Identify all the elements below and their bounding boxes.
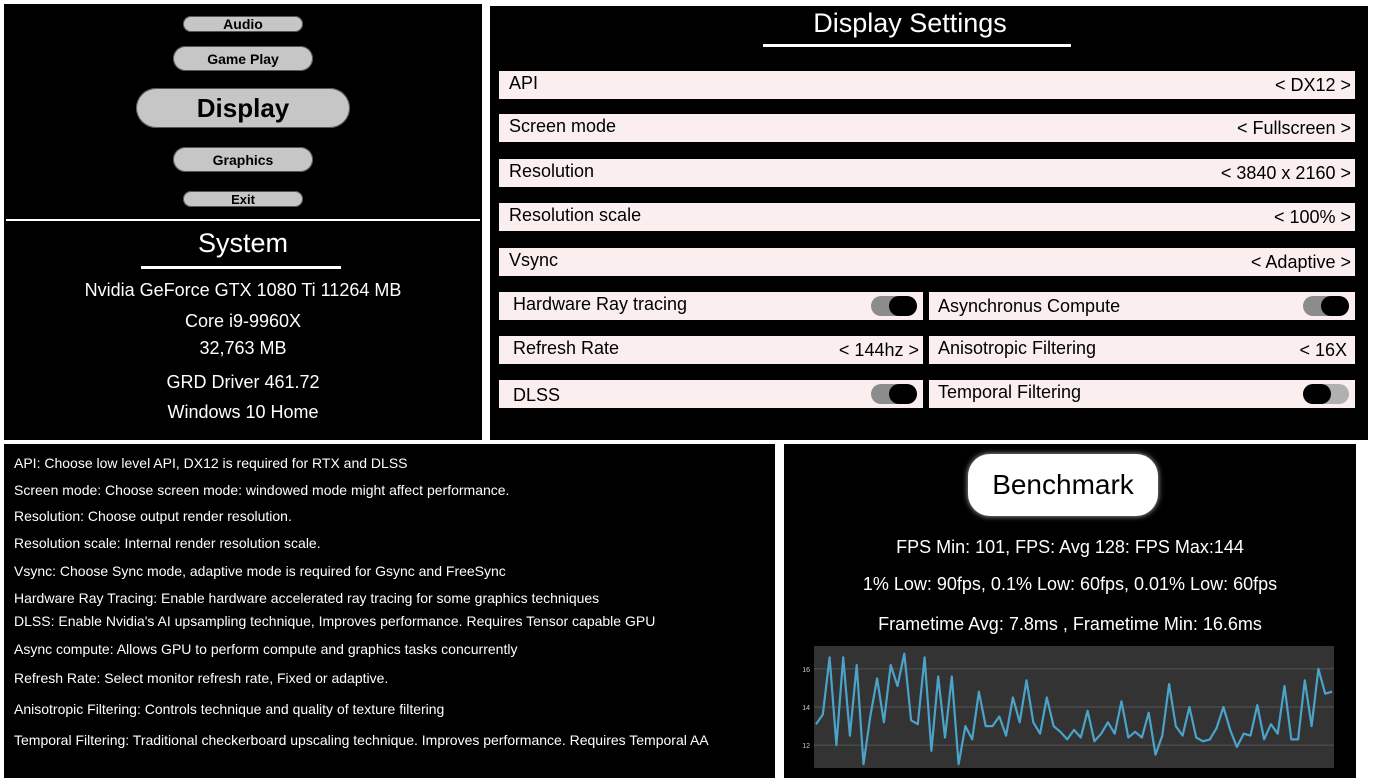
system-cpu: Core i9-9960X	[184, 311, 302, 331]
help-line-temporal: Temporal Filtering: Traditional checkerb…	[14, 732, 709, 748]
dlss-setting-row[interactable]: DLSS	[499, 380, 923, 408]
async-compute-toggle[interactable]	[1303, 296, 1349, 316]
temporal-filtering-toggle[interactable]	[1303, 384, 1349, 404]
screen-mode-setting-row[interactable]: Screen mode < Fullscreen >	[499, 114, 1355, 142]
chart-y-tick-label: 12	[802, 743, 810, 750]
async-compute-label: Asynchronus Compute	[938, 295, 1121, 316]
chart-y-tick-label: 16	[802, 667, 810, 674]
refresh-rate-label: Refresh Rate	[513, 337, 620, 358]
help-line-resolution-scale: Resolution scale: Internal render resolu…	[14, 535, 321, 551]
help-line-api: API: Choose low level API, DX12 is requi…	[14, 455, 408, 471]
toggle-knob	[889, 384, 917, 404]
system-os: Windows 10 Home	[167, 402, 319, 422]
display-button[interactable]: Display	[136, 88, 350, 128]
async-compute-setting-row[interactable]: Asynchronus Compute	[929, 292, 1355, 320]
vsync-setting-row[interactable]: Vsync < Adaptive >	[499, 248, 1355, 276]
api-value[interactable]: < DX12 >	[1275, 75, 1351, 96]
fps-stats: FPS Min: 101, FPS: Avg 128: FPS Max:144	[896, 537, 1244, 557]
settings-title: Display Settings	[813, 8, 1007, 38]
exit-button[interactable]: Exit	[183, 191, 303, 207]
resolution-scale-setting-row[interactable]: Resolution scale < 100% >	[499, 203, 1355, 231]
toggle-knob	[1321, 296, 1349, 316]
menu-divider	[6, 219, 480, 221]
system-title-underline	[141, 266, 341, 269]
resolution-scale-label: Resolution scale	[509, 204, 642, 225]
hw-ray-tracing-setting-row[interactable]: Hardware Ray tracing	[499, 292, 923, 320]
vsync-value[interactable]: < Adaptive >	[1251, 252, 1351, 273]
help-line-resolution: Resolution: Choose output render resolut…	[14, 508, 292, 524]
dlss-toggle[interactable]	[871, 384, 917, 404]
system-driver: GRD Driver 461.72	[166, 372, 320, 392]
audio-button[interactable]: Audio	[183, 16, 303, 32]
help-line-screen-mode: Screen mode: Choose screen mode: windowe…	[14, 482, 510, 498]
help-line-anisotropic: Anisotropic Filtering: Controls techniqu…	[14, 701, 445, 717]
screen-mode-label: Screen mode	[509, 115, 617, 136]
anisotropic-value[interactable]: < 16X	[1299, 340, 1347, 361]
resolution-setting-row[interactable]: Resolution < 3840 x 2160 >	[499, 159, 1355, 187]
refresh-rate-setting-row[interactable]: Refresh Rate < 144hz >	[499, 336, 923, 364]
graphics-button[interactable]: Graphics	[173, 147, 313, 172]
anisotropic-setting-row[interactable]: Anisotropic Filtering < 16X	[929, 336, 1355, 364]
temporal-filtering-label: Temporal Filtering	[938, 381, 1082, 402]
benchmark-button[interactable]: Benchmark	[968, 454, 1158, 516]
resolution-value[interactable]: < 3840 x 2160 >	[1221, 163, 1351, 184]
frametime-chart: 12 14 16	[802, 646, 1334, 768]
resolution-label: Resolution	[509, 160, 595, 181]
temporal-filtering-setting-row[interactable]: Temporal Filtering	[929, 380, 1355, 408]
system-ram: 32,763 MB	[199, 338, 287, 358]
api-label: API	[509, 72, 539, 93]
chart-y-tick-label: 14	[802, 705, 810, 712]
benchmark-panel: Benchmark FPS Min: 101, FPS: Avg 128: FP…	[784, 444, 1356, 778]
hw-ray-tracing-label: Hardware Ray tracing	[513, 293, 688, 314]
help-line-async-compute: Async compute: Allows GPU to perform com…	[14, 641, 518, 657]
screen-mode-value[interactable]: < Fullscreen >	[1237, 118, 1351, 139]
vsync-label: Vsync	[509, 249, 559, 270]
resolution-scale-value[interactable]: < 100% >	[1274, 207, 1351, 228]
dlss-label: DLSS	[513, 384, 561, 405]
help-line-dlss: DLSS: Enable Nvidia's AI upsampling tech…	[14, 613, 656, 629]
system-gpu: Nvidia GeForce GTX 1080 Ti 11264 MB	[84, 280, 402, 300]
settings-title-underline	[763, 44, 1071, 47]
toggle-knob	[1303, 384, 1331, 404]
low-fps-stats: 1% Low: 90fps, 0.1% Low: 60fps, 0.01% Lo…	[862, 574, 1278, 594]
frametime-stats: Frametime Avg: 7.8ms , Frametime Min: 16…	[878, 614, 1262, 634]
refresh-rate-value[interactable]: < 144hz >	[839, 340, 919, 361]
help-panel: API: Choose low level API, DX12 is requi…	[4, 444, 775, 778]
help-line-ray-tracing: Hardware Ray Tracing: Enable hardware ac…	[14, 590, 600, 606]
hw-ray-tracing-toggle[interactable]	[871, 296, 917, 316]
api-setting-row[interactable]: API < DX12 >	[499, 71, 1355, 99]
help-line-vsync: Vsync: Choose Sync mode, adaptive mode i…	[14, 563, 506, 579]
anisotropic-label: Anisotropic Filtering	[938, 337, 1097, 358]
system-title: System	[197, 228, 289, 258]
gameplay-button[interactable]: Game Play	[173, 46, 313, 71]
display-settings-panel: Display Settings API < DX12 > Screen mod…	[490, 6, 1368, 440]
menu-panel: Audio Game Play Display Graphics Exit Sy…	[4, 4, 482, 440]
help-line-refresh-rate: Refresh Rate: Select monitor refresh rat…	[14, 670, 389, 686]
toggle-knob	[889, 296, 917, 316]
